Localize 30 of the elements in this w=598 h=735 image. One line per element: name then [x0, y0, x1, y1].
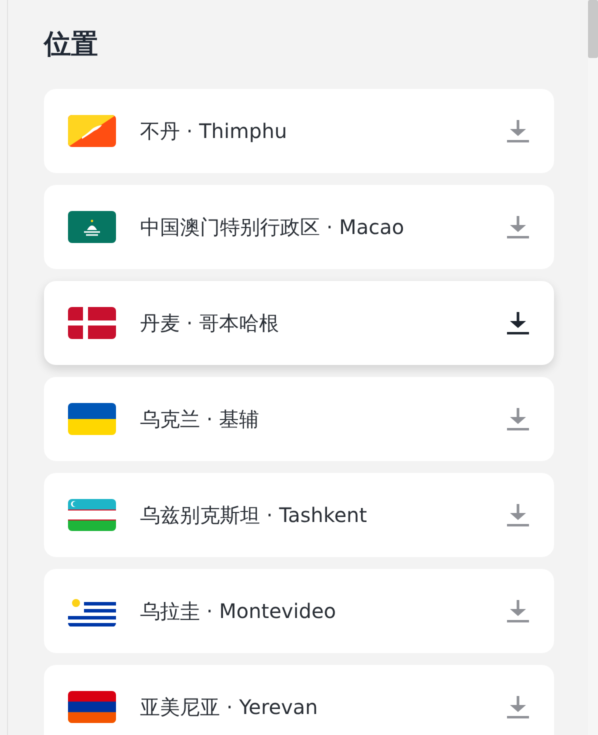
location-card[interactable]: 不丹 · Thimphu — [44, 89, 554, 173]
section-title: 位置 — [44, 28, 98, 62]
download-icon — [507, 215, 529, 239]
flag-icon — [68, 403, 116, 435]
location-card[interactable]: 亚美尼亚 · Yerevan — [44, 665, 554, 735]
flag-icon — [68, 211, 116, 243]
location-name: 亚美尼亚 · Yerevan — [140, 694, 319, 720]
download-icon — [507, 119, 529, 143]
location-name: 乌兹别克斯坦 · Tashkent — [140, 502, 368, 528]
download-button[interactable] — [506, 310, 530, 336]
location-name: 乌克兰 · 基辅 — [140, 406, 260, 432]
location-name: 中国澳门特别行政区 · Macao — [140, 214, 406, 240]
download-icon — [507, 695, 529, 719]
download-icon — [507, 599, 529, 623]
flag-icon — [68, 691, 116, 723]
location-card[interactable]: 乌兹别克斯坦 · Tashkent — [44, 473, 554, 557]
flag-icon — [68, 307, 116, 339]
location-name: 不丹 · Thimphu — [140, 118, 288, 144]
download-icon — [507, 503, 529, 527]
location-card[interactable]: 丹麦 · 哥本哈根 — [44, 281, 554, 365]
location-name: 丹麦 · 哥本哈根 — [140, 310, 280, 336]
location-card[interactable]: 中国澳门特别行政区 · Macao — [44, 185, 554, 269]
location-card[interactable]: 乌拉圭 · Montevideo — [44, 569, 554, 653]
location-card[interactable]: 乌克兰 · 基辅 — [44, 377, 554, 461]
flag-icon — [68, 115, 116, 147]
scrollbar-thumb[interactable] — [588, 0, 598, 58]
flag-icon — [68, 499, 116, 531]
download-icon — [507, 311, 529, 335]
download-icon — [507, 407, 529, 431]
location-name: 乌拉圭 · Montevideo — [140, 598, 338, 624]
